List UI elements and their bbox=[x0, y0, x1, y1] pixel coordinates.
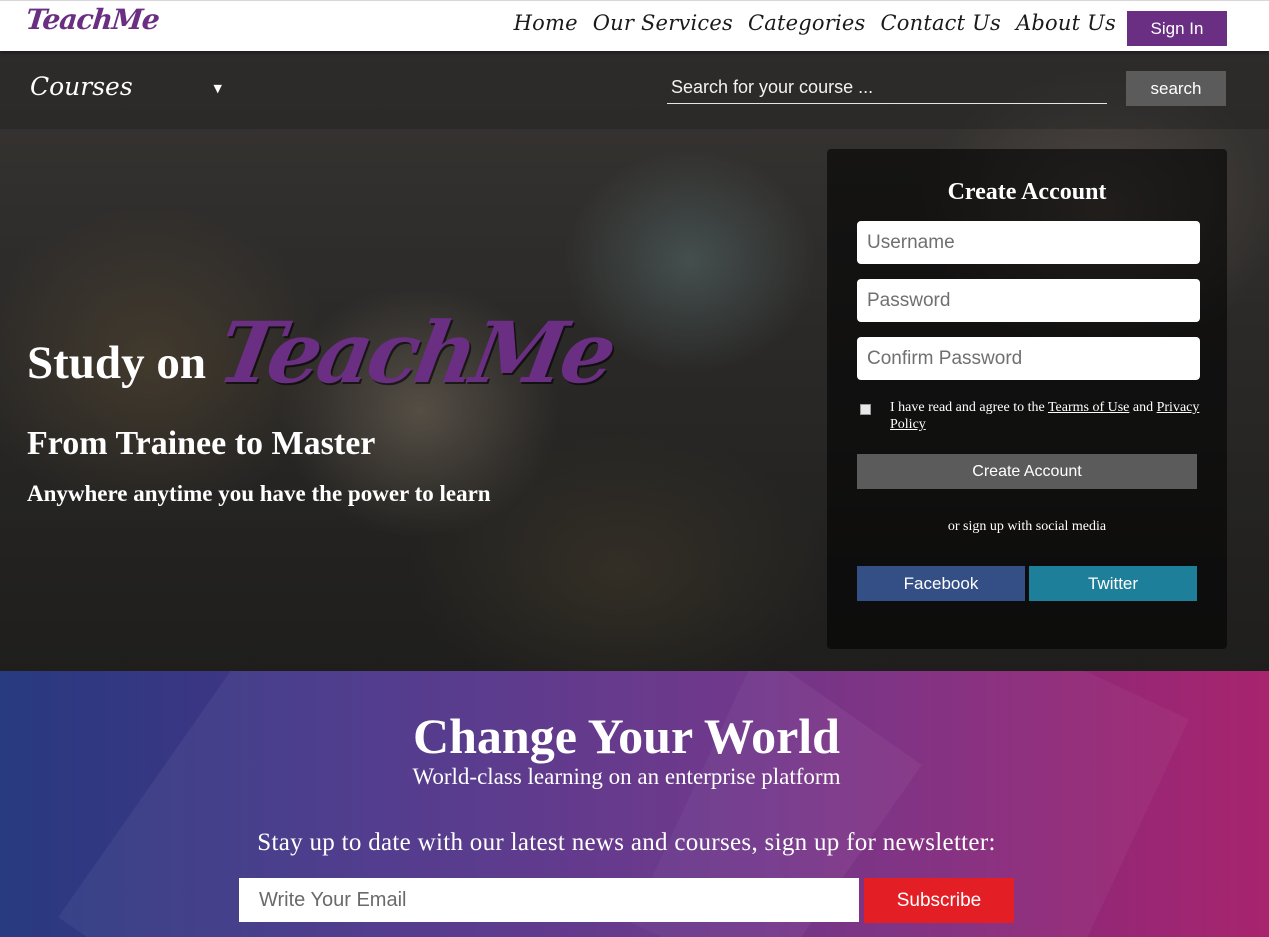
terms-agree-and: and bbox=[1132, 400, 1154, 415]
search-button[interactable]: search bbox=[1126, 71, 1226, 106]
create-account-button[interactable]: Create Account bbox=[857, 454, 1197, 489]
terms-of-use-link[interactable]: Tearms of Use bbox=[1048, 400, 1129, 415]
facebook-button[interactable]: Facebook bbox=[857, 566, 1025, 601]
create-account-title: Create Account bbox=[947, 179, 1107, 205]
create-account-card: Create Account I have read and agree to … bbox=[827, 149, 1227, 649]
username-field[interactable] bbox=[857, 221, 1200, 264]
nav-link-contact-us[interactable]: Contact Us bbox=[880, 11, 1001, 35]
nav-link-our-services[interactable]: Our Services bbox=[593, 11, 733, 35]
hero-subheading: Anywhere anytime you have the power to l… bbox=[27, 481, 491, 506]
nav-link-about-us[interactable]: About Us bbox=[1016, 11, 1116, 35]
hero-title: Study on TeachMe bbox=[27, 299, 620, 402]
nav-link-categories[interactable]: Categories bbox=[748, 11, 866, 35]
twitter-button[interactable]: Twitter bbox=[1029, 566, 1197, 601]
hero-heading: From Trainee to Master bbox=[27, 425, 376, 462]
courses-dropdown[interactable]: Courses ▼ bbox=[30, 72, 226, 112]
top-nav: TeachMe Home Our Services Categories Con… bbox=[0, 0, 1269, 51]
courses-dropdown-value: Courses bbox=[30, 72, 133, 101]
hero-title-prefix: Study on bbox=[27, 337, 206, 389]
terms-checkbox[interactable] bbox=[860, 404, 871, 415]
brand-logo[interactable]: TeachMe bbox=[24, 3, 160, 36]
password-field[interactable] bbox=[857, 279, 1200, 322]
terms-agreement-text: I have read and agree to the Tearms of U… bbox=[890, 399, 1205, 433]
terms-agree-prefix: I have read and agree to the bbox=[890, 400, 1045, 415]
newsletter-subtitle: World-class learning on an enterprise pl… bbox=[412, 764, 841, 789]
nav-links: Home Our Services Categories Contact Us … bbox=[514, 11, 1116, 35]
hero-brand-word: TeachMe bbox=[211, 303, 621, 402]
newsletter-prompt: Stay up to date with our latest news and… bbox=[257, 829, 996, 856]
newsletter-title: Change Your World bbox=[413, 708, 840, 764]
caret-down-icon: ▼ bbox=[213, 82, 222, 95]
newsletter-email-input[interactable] bbox=[239, 878, 859, 922]
social-signup-text: or sign up with social media bbox=[947, 519, 1107, 534]
course-search-input[interactable] bbox=[667, 71, 1107, 104]
confirm-password-field[interactable] bbox=[857, 337, 1200, 380]
newsletter-section: Change Your World World-class learning o… bbox=[0, 671, 1269, 937]
nav-link-home[interactable]: Home bbox=[514, 11, 578, 35]
hero-section: Courses ▼ search Study on TeachMe From T… bbox=[0, 51, 1269, 671]
subscribe-button[interactable]: Subscribe bbox=[864, 878, 1014, 923]
sign-in-button[interactable]: Sign In bbox=[1127, 11, 1227, 46]
